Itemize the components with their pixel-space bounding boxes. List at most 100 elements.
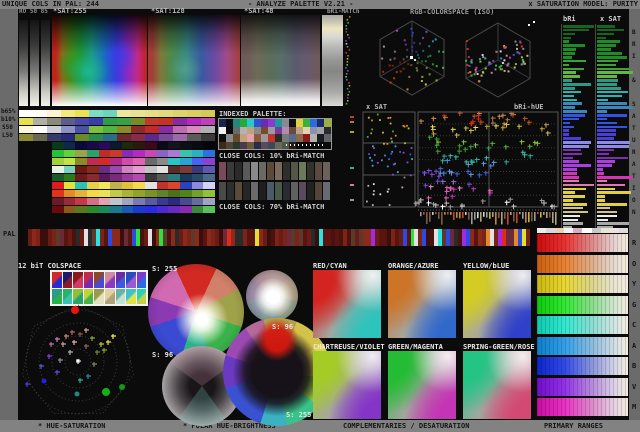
colspace-tile <box>126 272 136 288</box>
bri-bar <box>563 59 586 63</box>
complementary-panel <box>388 351 456 419</box>
sat-bar <box>597 141 630 144</box>
ramp-swatch <box>145 206 157 213</box>
palette-cell <box>282 119 289 127</box>
palette-empty-dots <box>286 144 326 146</box>
ramp-swatch <box>180 142 192 149</box>
ramp-swatch <box>145 134 159 141</box>
ramp-swatch <box>191 158 204 165</box>
sphere-label-2: S: 96 <box>272 323 294 331</box>
ramp-swatch <box>63 206 76 213</box>
palette-cell <box>254 126 261 134</box>
side-label-char: A <box>632 113 636 120</box>
ramp-swatch <box>168 174 181 181</box>
ramp-swatch <box>33 126 47 133</box>
palette-cell <box>261 134 268 142</box>
ramp-swatch <box>145 190 157 197</box>
tab-hue-saturation[interactable]: * HUE-SATURATION <box>38 423 105 430</box>
bri-bar <box>563 133 570 136</box>
close-cols-70-label[interactable]: CLOSE COLS: 70% bRi-MATCH <box>219 204 324 211</box>
tab-complementaries[interactable]: COMPLEMENTARIES / DESATURATION <box>343 423 469 430</box>
ramp-swatch <box>191 166 204 173</box>
ramp-swatch <box>121 142 134 149</box>
close-col-swatch <box>315 182 322 200</box>
close-col-swatch <box>267 182 274 200</box>
sat-bar <box>597 63 617 67</box>
sat-bar <box>597 152 609 156</box>
ramp-swatch <box>98 150 111 157</box>
sat-bar <box>597 129 617 133</box>
ramp-swatch <box>63 142 76 149</box>
bri-bar <box>563 156 573 160</box>
ramp-row <box>19 110 215 117</box>
bri-bar <box>563 86 575 90</box>
ramp-swatch <box>110 182 122 189</box>
mini-stripe <box>537 228 547 233</box>
sat-bar <box>597 79 619 82</box>
bri-bar <box>563 63 570 67</box>
scatter-sat-header[interactable]: x SAT <box>366 104 387 111</box>
polar-sphere-s96-small <box>246 270 298 322</box>
palette-cell <box>268 141 275 149</box>
side-label-char: O <box>632 197 636 204</box>
sat-bar <box>597 187 616 191</box>
ramp-swatch <box>156 174 169 181</box>
sat-bar <box>597 164 612 167</box>
bri-bar <box>563 36 571 40</box>
ramp-swatch <box>180 174 192 181</box>
ramp-swatch <box>98 166 111 173</box>
ramp-row <box>52 150 215 157</box>
ramp-swatch <box>180 158 192 165</box>
sat-map-128-label[interactable]: *SAT:128 <box>151 8 185 15</box>
ramp-swatch <box>187 126 201 133</box>
scatter-bri-hue-header: bRi-hUE <box>514 103 544 111</box>
sat-bar <box>597 102 628 105</box>
sat-bar <box>597 133 617 136</box>
ramp-swatch <box>133 150 146 157</box>
ramp-swatch <box>103 118 117 125</box>
ramp-label-b10: b10% <box>1 116 16 123</box>
sat-bar <box>597 90 628 94</box>
ramp-swatch <box>168 206 181 213</box>
mini-stripe <box>555 228 565 233</box>
bars-sat-header[interactable]: x SAT <box>600 16 621 23</box>
sat-map-48-label[interactable]: *SAT:48 <box>244 8 274 15</box>
ramp-swatch <box>52 182 64 189</box>
palette-cell <box>247 134 254 142</box>
colspace-tile <box>115 272 126 288</box>
ramp-swatch <box>187 118 201 125</box>
ramp-swatch <box>168 182 181 189</box>
close-col-swatch <box>323 162 330 180</box>
sat-map-255-label[interactable]: *SAT:255 <box>53 8 87 15</box>
ramp-swatch <box>33 110 47 117</box>
bri-bar <box>563 144 589 148</box>
sat-bar <box>597 214 618 218</box>
close-col-swatch <box>219 162 226 180</box>
palette-cell <box>268 134 275 142</box>
close-cols-10-label[interactable]: CLOSE COLS: 10% bRi-MATCH <box>219 153 324 160</box>
ramp-swatch <box>168 142 181 149</box>
ramp-row <box>52 158 215 165</box>
saturation-model-toggle[interactable]: x SATURATION MODEL: PURITY <box>528 1 638 8</box>
ramp-swatch <box>145 174 157 181</box>
close-col-swatch <box>259 182 266 200</box>
bri-bar <box>563 129 570 133</box>
palette-cell <box>289 119 296 127</box>
colspace-tile <box>94 272 104 288</box>
ramp-swatch <box>156 198 169 205</box>
ramp-swatch <box>191 142 204 149</box>
sat-bar <box>597 144 630 148</box>
complementary-label: YELLOW/bLUE <box>463 262 510 270</box>
tab-primary-ranges[interactable]: PRIMARY RANGES <box>544 423 603 430</box>
sat-bar <box>597 210 618 214</box>
ramp-swatch <box>173 110 187 117</box>
ramp-swatch <box>191 150 204 157</box>
bri-bar <box>563 52 576 55</box>
ramp-swatch <box>52 142 64 149</box>
ramp-swatch <box>117 110 131 117</box>
colspace-12bit-grid <box>50 270 148 306</box>
palette-cell <box>303 119 310 127</box>
sat-bar <box>597 98 608 102</box>
side-label-char: B <box>632 29 636 36</box>
ramp-swatch <box>63 182 76 189</box>
